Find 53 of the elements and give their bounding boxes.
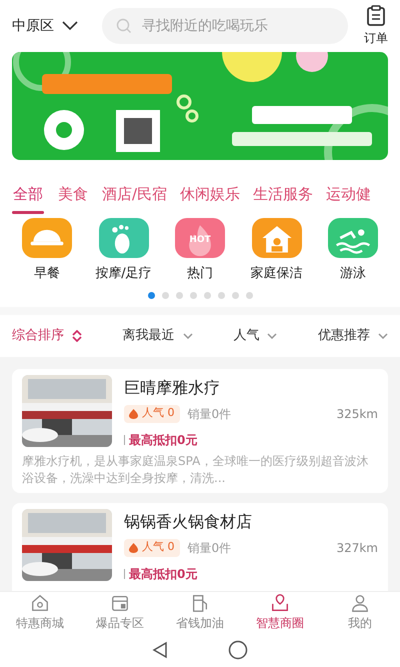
category-shortcut[interactable]: 早餐: [14, 218, 80, 284]
distance: 325km: [336, 406, 378, 422]
home-icon[interactable]: [228, 640, 248, 660]
clipboard-icon: [366, 5, 386, 27]
chevron-down-icon: [267, 332, 278, 338]
category-shortcut[interactable]: HOT 热门: [167, 218, 233, 284]
flame-icon: [129, 408, 138, 418]
category-tab[interactable]: 休闲娱乐: [180, 183, 240, 216]
user-icon: [350, 593, 370, 613]
popularity-tag: 人气 0: [124, 404, 180, 422]
sort-option[interactable]: 综合排序: [12, 326, 82, 346]
sales-count: 销量0件: [188, 406, 232, 422]
discount-text: 最高抵扣0元: [129, 566, 198, 582]
store-icon: [110, 593, 130, 613]
chevron-down-icon: [62, 21, 78, 31]
district-selector[interactable]: 中原区: [12, 16, 78, 36]
nav-tab[interactable]: 特惠商城: [0, 592, 80, 633]
flame-icon: [129, 542, 138, 552]
sort-arrows-icon: [72, 330, 82, 342]
sales-count: 销量0件: [188, 540, 232, 556]
category-shortcut[interactable]: 家庭保洁: [244, 218, 310, 284]
chevron-down-icon: [378, 332, 388, 338]
chevron-down-icon: [182, 332, 193, 338]
shop-name: 锅锅香火锅食材店: [124, 510, 253, 532]
distance: 327km: [336, 540, 378, 556]
search-icon: [116, 18, 132, 34]
category-shortcut[interactable]: 游泳: [320, 218, 386, 284]
shop-name: 巨晴摩雅水疗: [124, 376, 221, 398]
nav-tab[interactable]: 智慧商圈: [240, 592, 320, 633]
shop-description: 摩雅水疗机，是从事家庭温泉SPA，全球唯一的医疗级别超音波沐浴设备，洗澡中达到全身按摩，清洗...: [22, 452, 370, 486]
category-tab[interactable]: 全部: [12, 183, 44, 216]
flame-icon: HOT: [175, 218, 225, 258]
shop-card[interactable]: 巨晴摩雅水疗 人气 0 销量0件 325km 最高抵扣0元 摩雅水疗机，是从事家庭温泉SPA，全球唯一的医疗级别超音波沐浴设备，洗澡中达到全身按摩，清洗...: [12, 368, 388, 492]
category-tab[interactable]: 美食: [57, 183, 89, 216]
orders-button[interactable]: 订单: [364, 5, 388, 47]
sort-option[interactable]: 离我最近: [122, 326, 193, 346]
discount-text: 最高抵扣0元: [129, 432, 198, 448]
category-tab[interactable]: 生活服务: [253, 183, 314, 216]
search-field[interactable]: 寻找附近的吃喝玩乐: [102, 8, 348, 44]
sort-option[interactable]: 人气: [233, 326, 278, 346]
sort-option[interactable]: 优惠推荐: [318, 326, 388, 346]
pin-icon: [270, 593, 290, 613]
category-tab[interactable]: 运动健: [326, 183, 372, 216]
category-tab[interactable]: 酒店/民宿: [102, 183, 168, 216]
category-shortcut[interactable]: 按摩/足疗: [90, 218, 156, 284]
nav-tab[interactable]: 我的: [320, 592, 400, 633]
shop-card[interactable]: 锅锅香火锅食材店 人气 0 销量0件 327km 最高抵扣0元: [12, 502, 388, 591]
nav-tab[interactable]: 省钱加油: [160, 592, 240, 633]
home-icon: [30, 593, 50, 613]
nav-tab[interactable]: 爆品专区: [80, 592, 160, 633]
back-icon[interactable]: [152, 641, 168, 659]
popularity-tag: 人气 0: [124, 538, 180, 556]
fuel-icon: [190, 593, 210, 613]
